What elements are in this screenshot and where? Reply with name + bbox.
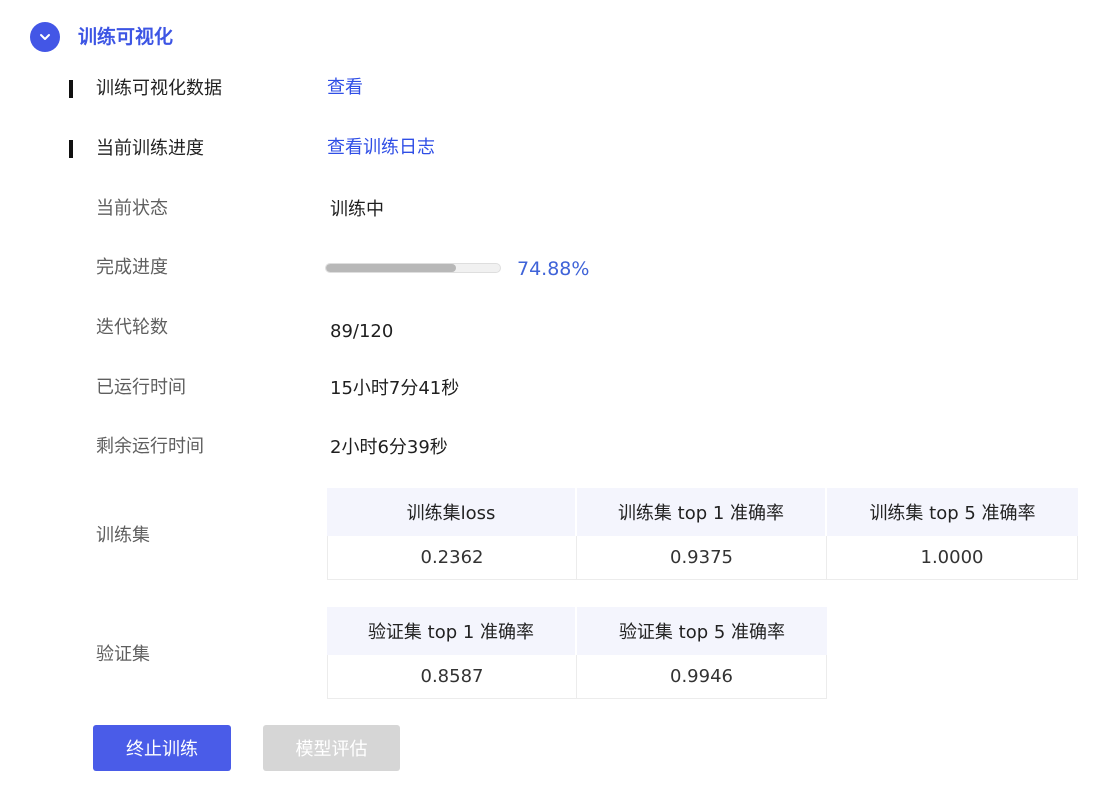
epochs-value: 89/120 xyxy=(330,321,394,342)
visualization-label: 训练可视化数据 xyxy=(96,78,222,99)
section-marker xyxy=(69,140,73,158)
val-top1-header: 验证集 top 1 准确率 xyxy=(327,607,577,655)
val-top5-value: 0.9946 xyxy=(577,655,827,699)
chevron-down-icon xyxy=(40,34,50,40)
table-row: 0.8587 0.9946 xyxy=(327,655,827,699)
section-marker xyxy=(69,80,73,98)
section-title[interactable]: 训练可视化 xyxy=(78,22,173,52)
view-training-log-link[interactable]: 查看训练日志 xyxy=(327,136,435,160)
val-set-label: 验证集 xyxy=(96,644,150,665)
progress-percent: 74.88% xyxy=(517,258,590,280)
train-loss-header: 训练集loss xyxy=(327,488,577,536)
remaining-time-label: 剩余运行时间 xyxy=(96,436,204,457)
remaining-time-value: 2小时6分39秒 xyxy=(330,437,448,458)
elapsed-time-label: 已运行时间 xyxy=(96,377,186,398)
status-label: 当前状态 xyxy=(96,198,168,219)
evaluate-model-button[interactable]: 模型评估 xyxy=(263,725,400,771)
training-progress-label: 当前训练进度 xyxy=(96,138,204,159)
train-top1-header: 训练集 top 1 准确率 xyxy=(577,488,827,536)
elapsed-time-value: 15小时7分41秒 xyxy=(330,378,460,399)
val-metrics-table: 验证集 top 1 准确率 验证集 top 5 准确率 0.8587 0.994… xyxy=(327,607,827,699)
status-value: 训练中 xyxy=(330,199,384,220)
train-set-label: 训练集 xyxy=(96,525,150,546)
val-top5-header: 验证集 top 5 准确率 xyxy=(577,607,827,655)
table-row: 0.2362 0.9375 1.0000 xyxy=(327,536,1078,580)
val-top1-value: 0.8587 xyxy=(327,655,577,699)
view-visualization-link[interactable]: 查看 xyxy=(327,76,363,100)
train-top1-value: 0.9375 xyxy=(577,536,827,580)
stop-training-button[interactable]: 终止训练 xyxy=(93,725,231,771)
collapse-toggle-button[interactable] xyxy=(30,22,60,52)
train-top5-header: 训练集 top 5 准确率 xyxy=(827,488,1078,536)
epochs-label: 迭代轮数 xyxy=(96,317,168,338)
train-loss-value: 0.2362 xyxy=(327,536,577,580)
train-metrics-table: 训练集loss 训练集 top 1 准确率 训练集 top 5 准确率 0.23… xyxy=(327,488,1078,580)
train-top5-value: 1.0000 xyxy=(827,536,1078,580)
progress-bar-fill xyxy=(326,264,457,272)
progress-bar xyxy=(325,263,501,273)
completion-label: 完成进度 xyxy=(96,257,168,278)
